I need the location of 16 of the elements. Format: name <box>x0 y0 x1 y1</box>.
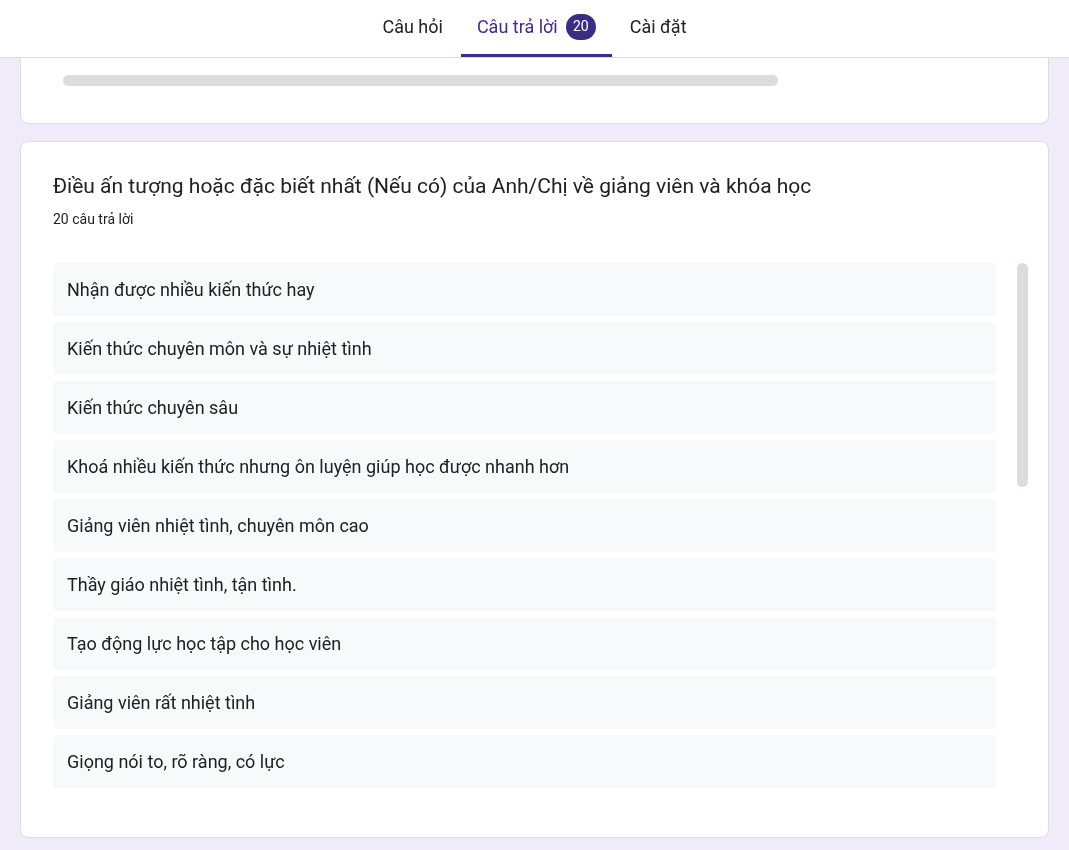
response-item: Nhận được nhiều kiến thức hay <box>53 263 997 316</box>
tab[interactable]: Câu hỏi <box>366 0 459 57</box>
question-title: Điều ấn tượng hoặc đặc biết nhất (Nếu có) của Anh/Chị về giảng viên và khóa học <box>53 173 813 200</box>
response-item: Kiến thức chuyên môn và sự nhiệt tình <box>53 322 997 375</box>
response-item: Tạo động lực học tập cho học viên <box>53 617 997 670</box>
count-badge: 20 <box>565 13 596 40</box>
tab[interactable]: Cài đặt <box>613 0 703 57</box>
response-item: Khoá nhiều kiến thức nhưng ôn luyện giúp học được nhanh hơn <box>53 440 997 493</box>
response-item: Thầy giáo nhiệt tình, tận tình. <box>53 558 997 611</box>
vertical-scrollbar[interactable] <box>1017 263 1028 487</box>
response-item: Kiến thức chuyên sâu <box>53 381 997 434</box>
response-count: 20 câu trả lời <box>53 210 135 229</box>
horizontal-scrollbar[interactable] <box>63 75 778 86</box>
response-item: Giọng nói to, rõ ràng, có lực <box>53 735 997 788</box>
response-item: Giảng viên rất nhiệt tình <box>53 676 997 729</box>
response-item: Giảng viên nhiệt tình, chuyên môn cao <box>53 499 997 552</box>
